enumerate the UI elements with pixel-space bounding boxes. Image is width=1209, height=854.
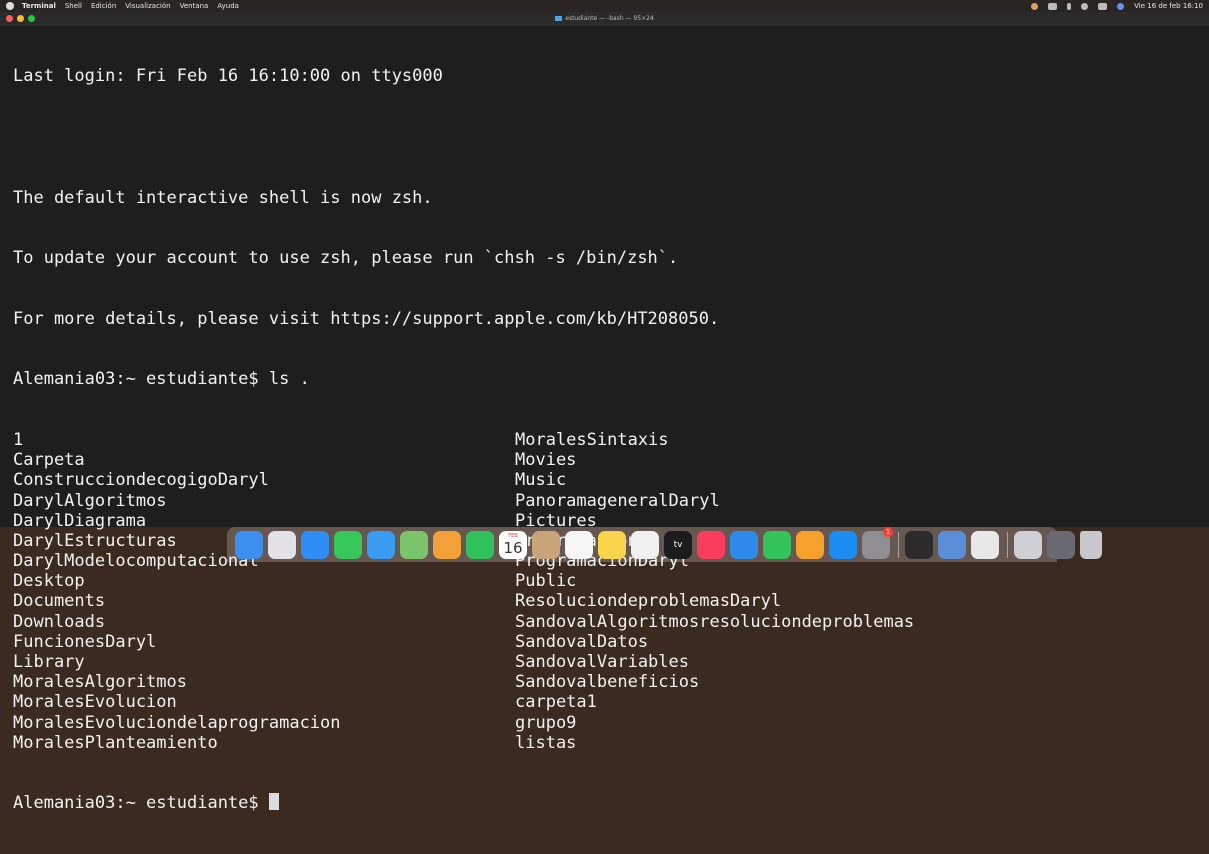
facetime-icon[interactable]: [466, 530, 494, 559]
ls-entry: MoralesSintaxis: [515, 429, 669, 450]
search-icon[interactable]: [1081, 2, 1089, 10]
ls-entry: MoralesEvoluciondelaprogramacion: [13, 712, 341, 733]
mail-icon[interactable]: [367, 530, 395, 559]
calendar-icon[interactable]: FEB 16: [499, 530, 527, 559]
ls-entry: Documents: [13, 591, 106, 612]
bluetooth-icon[interactable]: [1067, 2, 1072, 10]
display-icon[interactable]: [1048, 2, 1058, 10]
menu-visualizacion[interactable]: Visualización: [125, 0, 170, 12]
ls-entry: 1: [13, 429, 24, 450]
chrome-icon[interactable]: [971, 530, 999, 559]
ls-entry: Movies: [515, 450, 577, 471]
menu-bar: Terminal Shell Edición Visualización Ven…: [0, 0, 1209, 12]
window-title-text: estudiante — -bash — 95×24: [565, 15, 654, 22]
dock: FEB 16 tv 1: [227, 526, 1102, 562]
maps-icon[interactable]: [400, 530, 428, 559]
text-cursor: [268, 793, 279, 811]
ls-entry: PanoramageneralDaryl: [515, 490, 720, 511]
ls-entry: Downloads: [13, 611, 106, 632]
control-center-icon[interactable]: [1098, 2, 1108, 10]
terminal-output[interactable]: Last login: Fri Feb 16 16:10:00 on ttys0…: [13, 26, 1199, 854]
safari-icon[interactable]: [301, 530, 329, 559]
ls-entry: listas: [515, 732, 577, 753]
ls-column-left: 1 Carpeta ConstrucciondecogigoDaryl DarylAl…: [13, 430, 515, 753]
ls-entry: Desktop: [13, 571, 85, 592]
ls-entry: Library: [13, 652, 85, 673]
ls-entry: Carpeta: [13, 450, 85, 471]
trash-icon[interactable]: [1080, 530, 1102, 559]
ls-entry: DarylAlgoritmos: [13, 490, 167, 511]
documents-stack-icon[interactable]: [1047, 530, 1075, 559]
terminal-window: estudiante — -bash — 95×24 Last login: F…: [0, 12, 1209, 813]
notification-badge: 1: [883, 526, 893, 537]
menu-shell[interactable]: Shell: [65, 0, 82, 12]
music-icon[interactable]: [697, 530, 725, 559]
menu-clock[interactable]: Vie 16 de feb 16:10: [1134, 2, 1203, 10]
terminal-icon[interactable]: [905, 530, 933, 559]
numbers-icon[interactable]: [763, 530, 791, 559]
user-icon[interactable]: [1031, 2, 1039, 10]
menu-ventana[interactable]: Ventana: [180, 0, 209, 12]
preview-icon[interactable]: [938, 530, 966, 559]
ls-entry: ConstrucciondecogigoDaryl: [13, 470, 269, 491]
tv-icon[interactable]: tv: [664, 530, 692, 559]
ls-entry: Sandovalbeneficios: [515, 672, 700, 693]
terminal-line: Last login: Fri Feb 16 16:10:00 on ttys0…: [13, 66, 443, 87]
ls-listing: 1 Carpeta ConstrucciondecogigoDaryl DarylAl…: [13, 430, 1199, 753]
notes-icon[interactable]: [598, 530, 626, 559]
terminal-line: To update your account to use zsh, pleas…: [13, 248, 679, 269]
ls-entry: Music: [515, 470, 567, 491]
ls-entry: carpeta1: [515, 692, 597, 713]
calendar-day: 16: [503, 538, 523, 557]
shell-prompt: Alemania03:~ estudiante$: [13, 793, 269, 814]
system-settings-icon[interactable]: 1: [862, 526, 893, 559]
ls-entry: Public: [515, 571, 577, 592]
launchpad-icon[interactable]: [268, 530, 296, 559]
ls-entry: FuncionesDaryl: [13, 631, 157, 652]
menu-bar-status: Vie 16 de feb 16:10: [1021, 2, 1203, 10]
siri-icon[interactable]: [1117, 2, 1125, 10]
window-title: estudiante — -bash — 95×24: [0, 12, 1209, 26]
ls-entry: MoralesPlanteamiento: [13, 732, 218, 753]
dock-separator: [1007, 531, 1008, 558]
ls-entry: grupo9: [515, 712, 577, 733]
ls-entry: ResoluciondeproblemasDaryl: [515, 591, 782, 612]
apple-icon[interactable]: [6, 2, 14, 10]
window-titlebar[interactable]: estudiante — -bash — 95×24: [0, 12, 1209, 26]
app-store-icon[interactable]: [829, 530, 857, 559]
ls-entry: SandovalVariables: [515, 652, 689, 673]
reminders-icon[interactable]: [565, 530, 593, 559]
dock-separator: [898, 531, 899, 558]
contacts-icon[interactable]: [532, 530, 560, 559]
downloads-stack-icon[interactable]: [1014, 530, 1042, 559]
photos-icon[interactable]: [433, 530, 461, 559]
terminal-line: The default interactive shell is now zsh…: [13, 187, 433, 208]
messages-icon[interactable]: [334, 530, 362, 559]
ls-entry: MoralesEvolucion: [13, 692, 177, 713]
pages-icon[interactable]: [796, 530, 824, 559]
finder-icon[interactable]: [235, 530, 263, 559]
tv-label: tv: [673, 539, 683, 550]
ls-entry: SandovalDatos: [515, 631, 649, 652]
freeform-icon[interactable]: [631, 530, 659, 559]
menu-app-terminal[interactable]: Terminal: [22, 0, 56, 12]
terminal-line: Alemania03:~ estudiante$ ls .: [13, 369, 310, 390]
prompt-line: Alemania03:~ estudiante$: [13, 793, 1199, 813]
terminal-line: For more details, please visit https://s…: [13, 308, 720, 329]
menu-ayuda[interactable]: Ayuda: [217, 0, 239, 12]
ls-entry: SandovalAlgoritmosresoluciondeproblemas: [515, 611, 915, 632]
ls-entry: MoralesAlgoritmos: [13, 672, 187, 693]
folder-icon: [555, 16, 563, 21]
keynote-icon[interactable]: [730, 530, 758, 559]
ls-column-right: MoralesSintaxis Movies Music Panoramagenera…: [515, 430, 914, 753]
menu-edicion[interactable]: Edición: [91, 0, 116, 12]
